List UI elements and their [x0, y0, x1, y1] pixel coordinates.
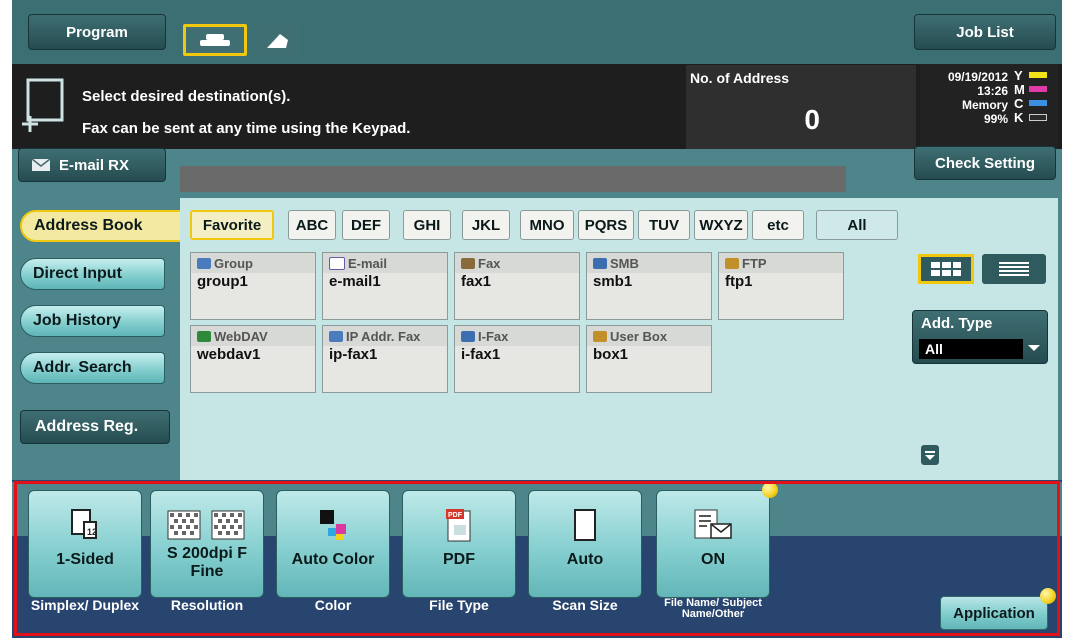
index-abc[interactable]: ABC [288, 210, 336, 240]
no-of-address-label: No. of Address [690, 70, 790, 86]
program-button[interactable]: Program [28, 14, 166, 50]
add-type-value: All [919, 339, 1023, 359]
memory-value: 99% [983, 112, 1008, 126]
tab-address-book[interactable]: Address Book [20, 210, 185, 242]
toner-c: C [1014, 96, 1054, 111]
toner-levels: Y M C K [1014, 68, 1054, 125]
onhook-button[interactable] [256, 24, 300, 56]
address-card-ip-fax[interactable]: IP Addr. Fax ip-fax1 [322, 325, 448, 393]
fax-mode-button[interactable] [183, 24, 247, 56]
toner-k: K [1014, 110, 1054, 125]
onhook-icon [267, 34, 288, 48]
top-bar [12, 0, 1062, 64]
add-type-select[interactable]: Add. Type All [912, 310, 1048, 364]
index-jkl[interactable]: JKL [462, 210, 510, 240]
address-card-group[interactable]: Group group1 [190, 252, 316, 320]
check-setting-button[interactable]: Check Setting [914, 146, 1056, 180]
index-mno[interactable]: MNO [520, 210, 574, 240]
index-ghi[interactable]: GHI [403, 210, 451, 240]
tab-addr-search[interactable]: Addr. Search [20, 352, 165, 384]
grid-view-icon [931, 262, 961, 276]
list-view-button[interactable] [982, 254, 1046, 284]
job-list-button[interactable]: Job List [914, 14, 1056, 50]
time-text: 13:26 [977, 84, 1008, 98]
index-favorite[interactable]: Favorite [190, 210, 274, 240]
index-wxyz[interactable]: WXYZ [694, 210, 748, 240]
scroll-down-button[interactable] [920, 444, 940, 466]
memory-label: Memory [961, 98, 1008, 112]
date-text: 09/19/2012 [947, 70, 1008, 84]
scroll-down-icon [925, 451, 935, 460]
index-def[interactable]: DEF [342, 210, 390, 240]
fax-document-icon [22, 78, 64, 132]
address-card-webdav[interactable]: WebDAV webdav1 [190, 325, 316, 393]
highlight-frame [14, 481, 1060, 636]
email-icon [329, 256, 345, 270]
ip-fax-icon [329, 330, 343, 342]
address-card-i-fax[interactable]: I-Fax i-fax1 [454, 325, 580, 393]
address-card-fax[interactable]: Fax fax1 [454, 252, 580, 320]
email-rx-button[interactable]: E-mail RX [18, 148, 166, 182]
index-all[interactable]: All [816, 210, 898, 240]
index-pqrs[interactable]: PQRS [578, 210, 634, 240]
add-type-label: Add. Type [921, 315, 993, 332]
instruction-line2: Fax can be sent at any time using the Ke… [82, 120, 411, 137]
tab-direct-input[interactable]: Direct Input [20, 258, 165, 290]
index-etc[interactable]: etc [752, 210, 804, 240]
address-card-ftp[interactable]: FTP ftp1 [718, 252, 844, 320]
fax-handset-icon [200, 34, 230, 46]
group-icon [197, 257, 211, 269]
toner-y: Y [1014, 68, 1054, 83]
no-of-address-value: 0 [804, 104, 820, 135]
tab-job-history[interactable]: Job History [20, 305, 165, 337]
address-card-user-box[interactable]: User Box box1 [586, 325, 712, 393]
fax-icon [461, 257, 475, 269]
list-view-icon [999, 262, 1029, 276]
smb-icon [593, 257, 607, 269]
address-card-email[interactable]: E-mail e-mail1 [322, 252, 448, 320]
address-card-smb[interactable]: SMB smb1 [586, 252, 712, 320]
envelope-icon [31, 158, 51, 171]
user-box-icon [593, 330, 607, 342]
address-reg-button[interactable]: Address Reg. [20, 410, 170, 444]
instruction-line1: Select desired destination(s). [82, 88, 291, 105]
index-tuv[interactable]: TUV [638, 210, 690, 240]
destination-field[interactable] [180, 166, 846, 192]
toner-m: M [1014, 82, 1054, 97]
i-fax-icon [461, 330, 475, 342]
ftp-icon [725, 257, 739, 269]
chevron-down-icon [1028, 345, 1040, 351]
grid-view-button[interactable] [918, 254, 974, 284]
webdav-icon [197, 330, 211, 342]
